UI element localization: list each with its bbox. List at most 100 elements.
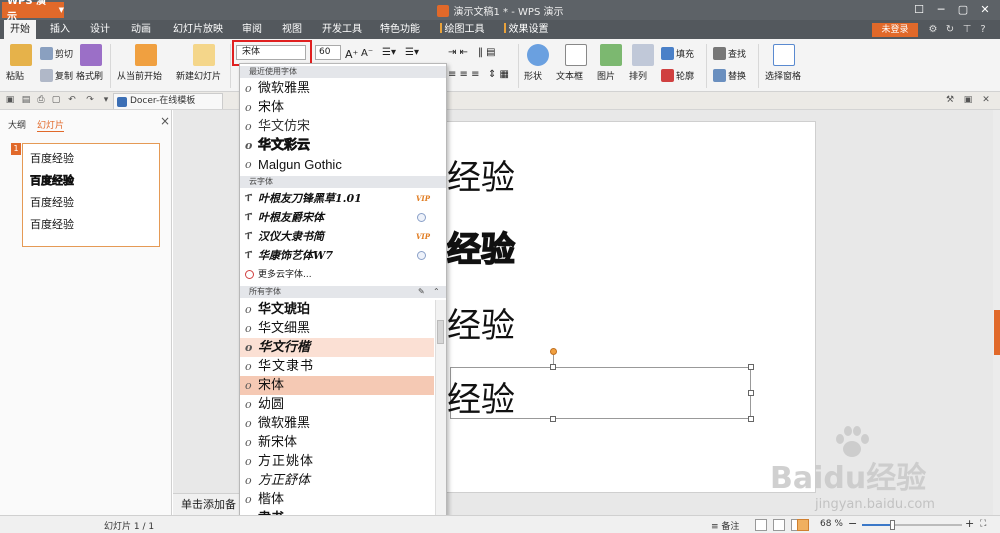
shrink-font-button[interactable]: A⁻: [361, 48, 373, 59]
more-cloud-fonts-link[interactable]: 更多云字体...: [240, 267, 446, 283]
textbox-label[interactable]: 文本框: [556, 69, 583, 82]
font-option[interactable]: o 新宋体: [240, 433, 434, 452]
indent-button[interactable]: ⇥ ⇤: [448, 47, 468, 58]
from-current-button[interactable]: [135, 44, 159, 66]
tab-view[interactable]: 视图: [276, 20, 308, 39]
restore-icon[interactable]: ▣: [962, 94, 974, 106]
help-icon[interactable]: ?: [976, 23, 990, 37]
font-list-scroll-thumb[interactable]: [437, 320, 444, 344]
selection-pane-label[interactable]: 选择窗格: [765, 69, 801, 82]
tab-outline[interactable]: 大纲: [8, 118, 26, 131]
close-doc-icon[interactable]: ✕: [980, 94, 992, 106]
shirt-icon[interactable]: ⊤: [960, 23, 974, 37]
tab-effects[interactable]: 效果设置: [500, 20, 552, 39]
zoom-in-button[interactable]: +: [965, 517, 974, 530]
customize-icon[interactable]: ▾: [100, 94, 112, 106]
arrange-label[interactable]: 排列: [629, 69, 647, 82]
tab-insert[interactable]: 插入: [44, 20, 76, 39]
font-option[interactable]: o 华文细黑: [240, 319, 434, 338]
cloud-font-option[interactable]: ፐ 叶根友爵宋体: [240, 208, 446, 227]
normal-view-button[interactable]: [755, 519, 767, 531]
cloud-font-option[interactable]: ፐ 叶根友刀锋黑草1.01 VIP: [240, 189, 446, 208]
zoom-out-button[interactable]: −: [848, 517, 857, 530]
slide-thumbnail[interactable]: 百度经验 百度经验 百度经验 百度经验: [22, 143, 160, 247]
font-option[interactable]: o 方正姚体: [240, 452, 434, 471]
download-icon[interactable]: [417, 251, 426, 260]
refresh-icon[interactable]: ↻: [943, 23, 957, 37]
cloud-font-option[interactable]: ፐ 汉仪大隶书简 VIP: [240, 227, 446, 246]
zoom-slider-thumb[interactable]: [890, 520, 895, 530]
font-option[interactable]: o 宋体: [240, 98, 434, 117]
docer-template-tab[interactable]: Docer-在线模板: [113, 93, 223, 109]
fill-button[interactable]: 填充: [661, 47, 694, 60]
close-icon[interactable]: ×: [160, 114, 170, 128]
font-option[interactable]: o 华文琥珀: [240, 300, 434, 319]
rotation-handle[interactable]: [550, 348, 557, 355]
font-option[interactable]: o 幼圆: [240, 395, 434, 414]
textbox-button[interactable]: [565, 44, 589, 66]
format-painter-label[interactable]: 格式刷: [76, 69, 103, 82]
resize-handle[interactable]: [550, 416, 556, 422]
tab-design[interactable]: 设计: [84, 20, 116, 39]
columns-button[interactable]: ‖ ▤: [478, 47, 496, 58]
arrange-button[interactable]: [632, 44, 656, 66]
new-slide-button[interactable]: [193, 44, 217, 66]
tab-animation[interactable]: 动画: [125, 20, 157, 39]
tab-features[interactable]: 特色功能: [377, 20, 423, 39]
font-option[interactable]: o Malgun Gothic: [240, 155, 434, 174]
copy-button[interactable]: 复制: [40, 69, 73, 82]
resize-handle[interactable]: [550, 364, 556, 370]
wrench-icon[interactable]: ⚒: [944, 94, 956, 106]
font-option[interactable]: o 华文隶书: [240, 357, 434, 376]
pane-toggle-tab[interactable]: [994, 310, 1000, 355]
numbering-button[interactable]: ☰▾: [405, 47, 419, 58]
new-slide-label[interactable]: 新建幻灯片: [176, 69, 221, 82]
cloud-font-option[interactable]: ፐ 华康饰艺体W7: [240, 246, 446, 265]
save-icon[interactable]: ▤: [20, 94, 32, 106]
font-option-hovered[interactable]: o 华文行楷: [240, 338, 434, 357]
sorter-view-button[interactable]: [773, 519, 785, 531]
font-option[interactable]: o 楷体: [240, 490, 434, 509]
picture-label[interactable]: 图片: [597, 69, 615, 82]
from-current-label[interactable]: 从当前开始: [117, 69, 162, 82]
print-preview-icon[interactable]: ▢: [50, 94, 62, 106]
slide-text-line[interactable]: 经验: [447, 298, 515, 347]
download-icon[interactable]: [417, 213, 426, 222]
resize-handle[interactable]: [748, 416, 754, 422]
open-folder-icon[interactable]: ▣: [4, 94, 16, 106]
slide-text-line[interactable]: 经验: [447, 372, 515, 421]
picture-button[interactable]: [600, 44, 624, 66]
font-option[interactable]: o 微软雅黑: [240, 79, 434, 98]
close-button[interactable]: ✕: [974, 2, 996, 18]
redo-icon[interactable]: ↷: [84, 94, 96, 106]
print-icon[interactable]: ⎙: [35, 94, 47, 106]
replace-button[interactable]: 替换: [713, 69, 746, 82]
font-option[interactable]: o 微软雅黑: [240, 414, 434, 433]
maximize-button[interactable]: ▢: [952, 2, 974, 18]
font-size-input[interactable]: 60: [315, 45, 341, 60]
shape-button[interactable]: [527, 44, 551, 66]
font-option[interactable]: o 方正舒体: [240, 471, 434, 490]
settings-icon[interactable]: ⚙: [926, 23, 940, 37]
selection-pane-button[interactable]: [773, 44, 797, 66]
undo-icon[interactable]: ↶: [66, 94, 78, 106]
find-button[interactable]: 查找: [713, 47, 746, 60]
paste-label[interactable]: 粘贴: [6, 69, 24, 82]
font-option[interactable]: o 华文彩云: [240, 136, 434, 155]
tab-slideshow[interactable]: 幻灯片放映: [170, 20, 226, 39]
font-option-selected[interactable]: o 宋体: [240, 376, 434, 395]
slide-text-line[interactable]: 经验: [446, 222, 516, 271]
format-painter-button[interactable]: [80, 44, 104, 66]
font-option[interactable]: o 华文仿宋: [240, 117, 434, 136]
resize-handle[interactable]: [748, 390, 754, 396]
align-button[interactable]: ≡ ≡ ≡: [448, 69, 480, 80]
notes-toggle[interactable]: ≡ 备注: [711, 519, 739, 532]
resize-handle[interactable]: [748, 364, 754, 370]
tab-drawing-tools[interactable]: 绘图工具: [436, 20, 488, 39]
shape-label[interactable]: 形状: [524, 69, 542, 82]
pin-icon[interactable]: ✎: [418, 286, 425, 298]
tab-home[interactable]: 开始: [4, 20, 36, 39]
tab-developer[interactable]: 开发工具: [320, 20, 364, 39]
login-button[interactable]: 未登录: [872, 23, 918, 37]
tab-slides[interactable]: 幻灯片: [37, 118, 65, 132]
